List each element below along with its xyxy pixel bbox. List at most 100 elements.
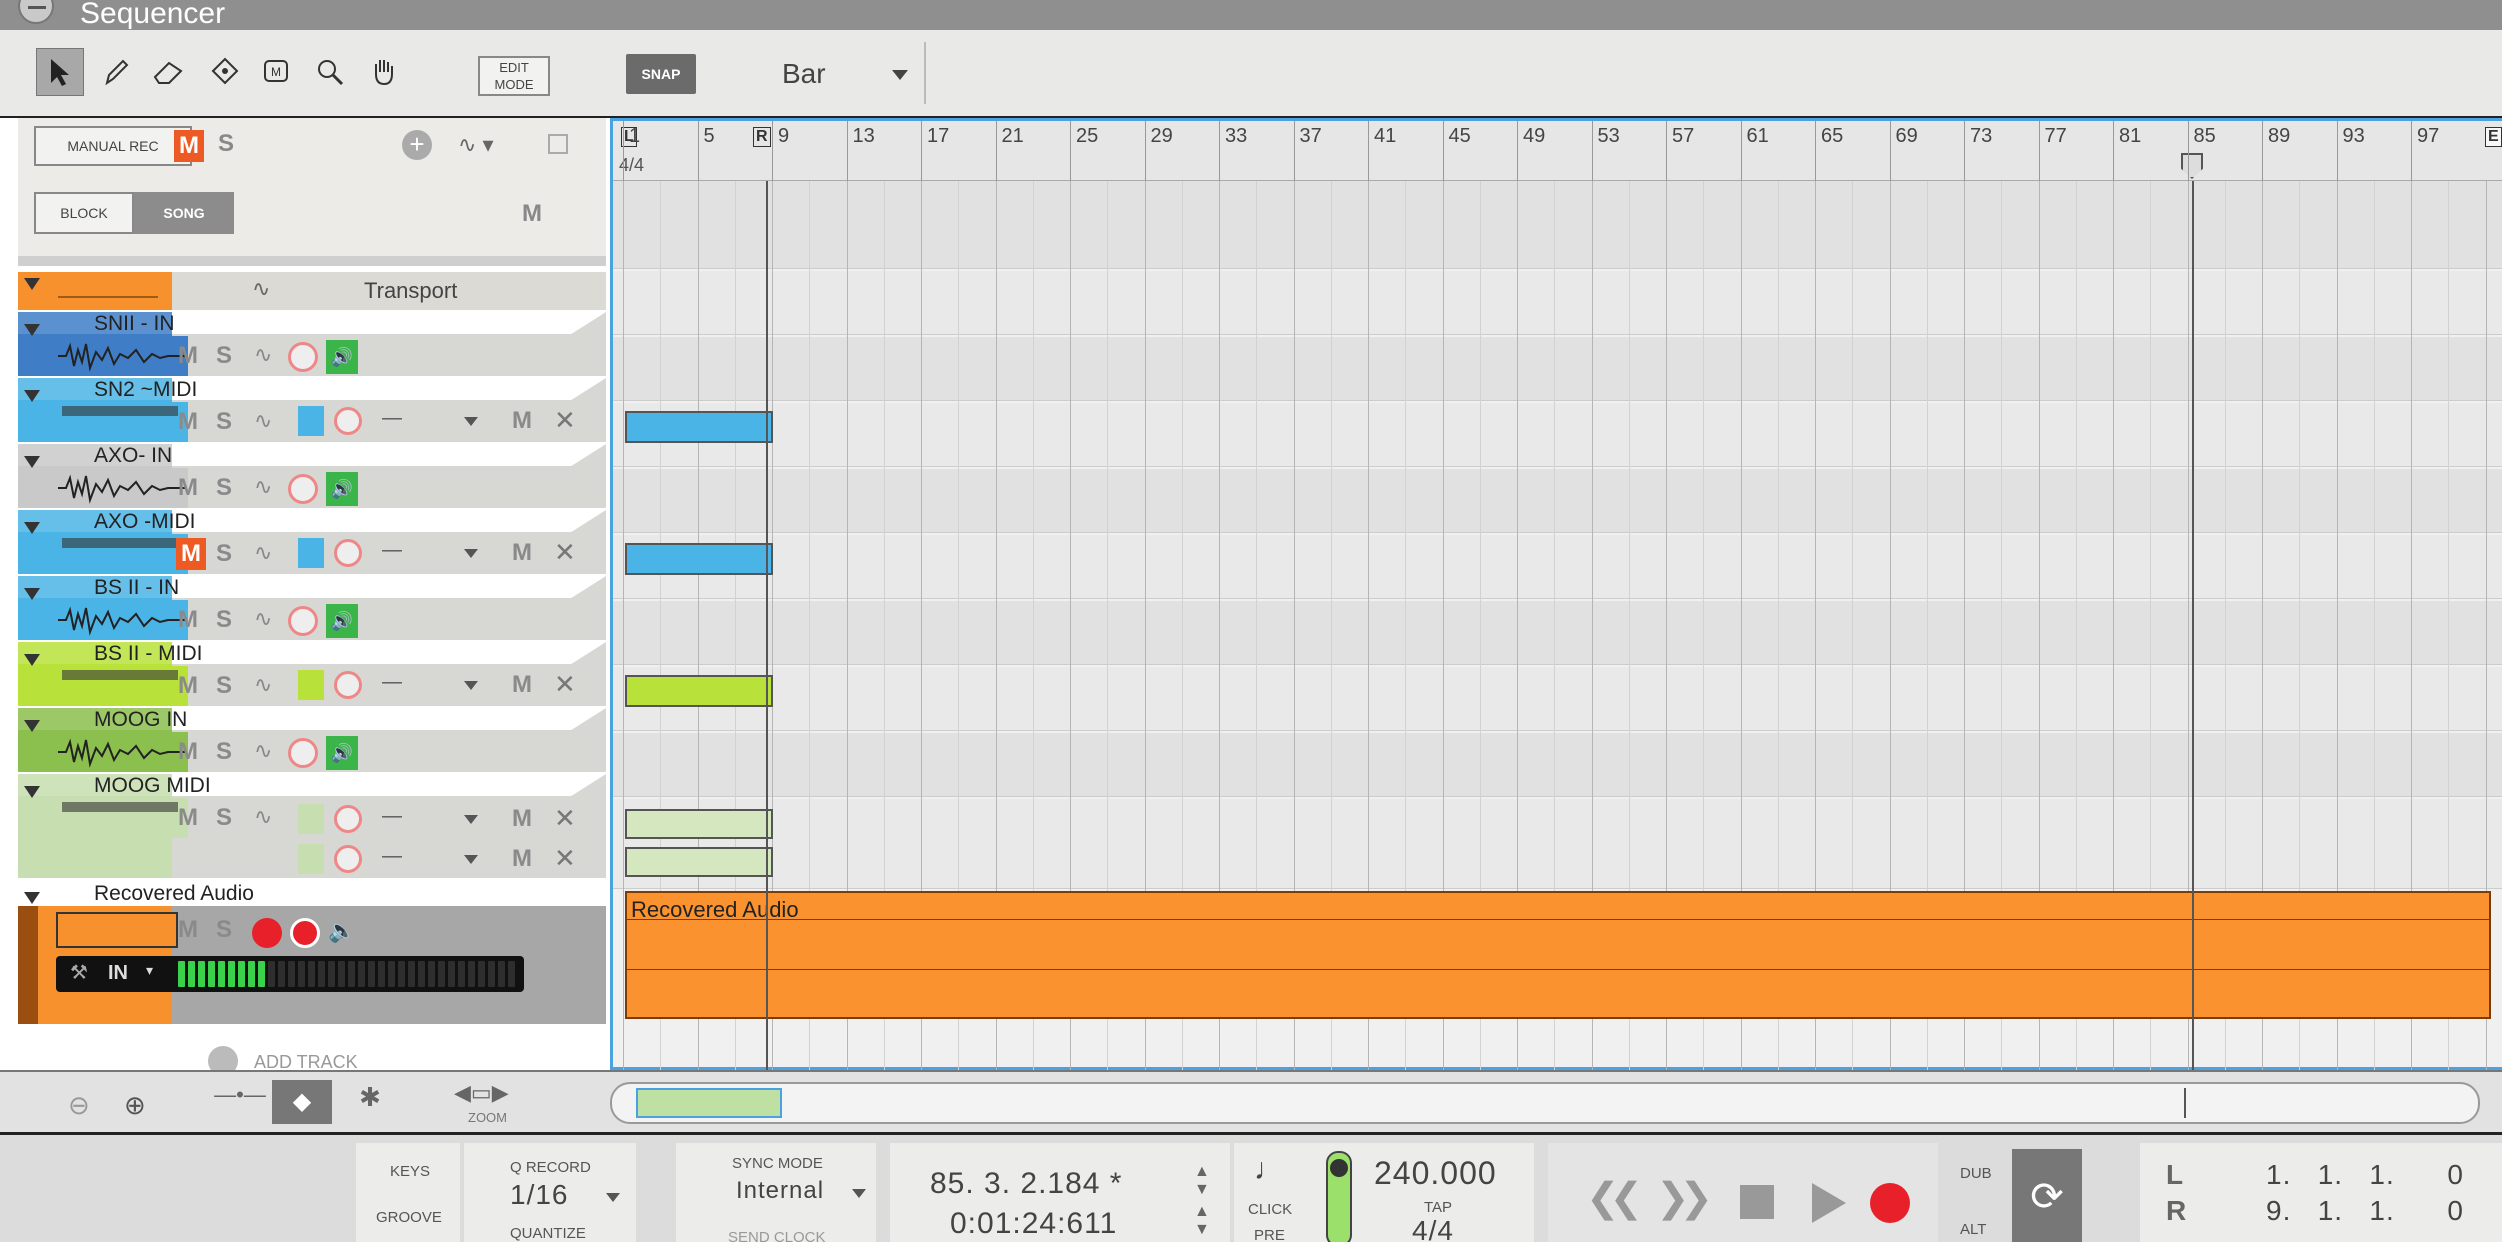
automation-icon[interactable]: ∿ ▾	[458, 132, 494, 158]
collapse-arrow-icon[interactable]	[24, 786, 40, 798]
arrow-tool-icon[interactable]	[36, 48, 84, 96]
midi-input-value[interactable]: —	[382, 671, 402, 694]
mute-button[interactable]: M	[178, 342, 198, 370]
play-button[interactable]	[1812, 1183, 1846, 1223]
solo-button[interactable]: S	[216, 738, 232, 766]
note-mute-button[interactable]: M	[512, 845, 532, 873]
left-locator-position[interactable]: 1. 1. 1. 0	[2266, 1159, 2464, 1191]
mute-button[interactable]: M	[178, 408, 198, 436]
automation-icon[interactable]: ∿	[254, 408, 272, 434]
solo-button[interactable]: S	[216, 474, 232, 502]
track-lane[interactable]	[613, 337, 2502, 401]
automation-icon[interactable]: ∿	[254, 342, 272, 368]
snap-value[interactable]: Bar	[782, 58, 826, 90]
alt-button[interactable]: ALT	[1960, 1221, 1986, 1238]
delete-lane-icon[interactable]: ✕	[554, 537, 576, 568]
stop-button[interactable]	[1740, 1185, 1774, 1219]
note-mute-button[interactable]: M	[512, 539, 532, 567]
note-mute-button[interactable]: M	[512, 671, 532, 699]
track-lane[interactable]	[613, 733, 2502, 797]
hand-tool-icon[interactable]	[360, 48, 408, 96]
mute-button[interactable]: M	[178, 738, 198, 766]
mute-button[interactable]: M	[178, 672, 198, 700]
note-mute-button[interactable]: M	[512, 407, 532, 435]
track-row[interactable]: MOOG IN M S ∿ 🔊	[18, 708, 606, 772]
collapse-arrow-icon[interactable]	[24, 522, 40, 534]
arrangement-grid[interactable]: 4/4 L R E 1 5 9 13 17 21 25 29 33 37 41 45 49 53 57 61 6…	[610, 118, 2502, 1073]
track-lane[interactable]	[613, 799, 2502, 889]
q-record-label[interactable]: Q RECORD	[510, 1159, 591, 1176]
grid-icon[interactable]	[548, 134, 568, 154]
global-mute-button[interactable]: M	[174, 130, 204, 162]
pencil-tool-icon[interactable]	[92, 48, 140, 96]
input-dropdown-icon[interactable]: ▾	[146, 962, 153, 979]
zoom-fit-icon[interactable]: ◀▭▶	[454, 1080, 509, 1106]
monitor-speaker-icon[interactable]: 🔊	[326, 472, 358, 506]
right-locator-position[interactable]: 9. 1. 1. 0	[2266, 1195, 2464, 1227]
track-row[interactable]: AXO- IN M S ∿ 🔊	[18, 444, 606, 508]
track-row[interactable]: SN2 ~MIDI M S ∿ — M ✕	[18, 378, 606, 442]
track-recovered-audio[interactable]: Recovered Audio M S 🔈 ⚒ IN ▾	[18, 882, 606, 1024]
bar-ruler[interactable]: 4/4 L R E 1 5 9 13 17 21 25 29 33 37 41 45 49 53 57 61 6…	[613, 121, 2502, 181]
quantize-dropdown-icon[interactable]	[606, 1193, 620, 1202]
record-arm-button[interactable]	[288, 474, 318, 504]
track-row[interactable]: BS II - MIDI M S ∿ — M ✕	[18, 642, 606, 706]
tap-button[interactable]: TAP	[1424, 1199, 1452, 1216]
tempo-value[interactable]: 240.000	[1374, 1155, 1497, 1192]
zoom-out-icon[interactable]: ⊖	[68, 1090, 90, 1121]
track-row[interactable]: MOOG MIDI M S ∿ — M ✕ — M ✕	[18, 774, 606, 878]
manual-rec-button[interactable]: MANUAL REC	[34, 126, 192, 166]
record-button[interactable]	[1870, 1183, 1910, 1223]
midi-clip-sn2[interactable]	[625, 411, 773, 443]
track-lane[interactable]	[613, 601, 2502, 665]
midi-clip-axo[interactable]	[625, 543, 773, 575]
end-marker[interactable]: E	[2485, 127, 2502, 147]
song-button[interactable]: SONG	[134, 192, 234, 234]
midi-clip-moog-1[interactable]	[625, 809, 773, 839]
mute-button[interactable]: M	[178, 804, 198, 832]
midi-input-value[interactable]: —	[382, 407, 402, 430]
record-arm-button[interactable]	[290, 918, 320, 948]
collapse-arrow-icon[interactable]	[24, 324, 40, 336]
collapse-arrow-icon[interactable]	[24, 892, 40, 904]
record-arm-button[interactable]	[334, 671, 362, 699]
record-arm-button[interactable]	[334, 805, 362, 833]
collapse-arrow-icon[interactable]	[24, 456, 40, 468]
sync-dropdown-icon[interactable]	[852, 1189, 866, 1198]
time-spinner-icon[interactable]: ▲ ▼	[1194, 1203, 1210, 1239]
automation-icon[interactable]: ∿	[254, 738, 272, 764]
automation-icon[interactable]: ∿	[254, 474, 272, 500]
monitor-icon[interactable]	[252, 918, 282, 948]
position-spinner-icon[interactable]: ▲ ▼	[1194, 1163, 1210, 1199]
solo-button[interactable]: S	[216, 804, 232, 832]
input-select[interactable]: IN	[108, 962, 128, 985]
midi-input-value[interactable]: —	[382, 805, 402, 828]
song-position[interactable]: 85. 3. 2.184 *	[930, 1167, 1122, 1201]
razor-tool-icon[interactable]	[200, 48, 248, 96]
pre-button[interactable]: PRE	[1254, 1227, 1285, 1242]
record-arm-button[interactable]	[334, 407, 362, 435]
track-lane[interactable]	[613, 181, 2502, 269]
collapse-icon[interactable]	[18, 0, 54, 24]
speaker-icon[interactable]: 🔈	[328, 918, 355, 944]
midi-clip-moog-2[interactable]	[625, 847, 773, 877]
edit-mode-button[interactable]: EDIT MODE	[478, 56, 550, 96]
rewind-button[interactable]: ❮❮	[1586, 1175, 1643, 1221]
midi-input-dropdown-icon[interactable]	[464, 549, 478, 558]
record-arm-button[interactable]	[288, 342, 318, 372]
track-height-medium-icon[interactable]: ◆	[272, 1080, 332, 1124]
metronome-icon[interactable]: ♩	[1254, 1153, 1284, 1187]
midi-clip-bs2[interactable]	[625, 675, 773, 707]
collapse-arrow-icon[interactable]	[24, 588, 40, 600]
track-lane[interactable]	[613, 469, 2502, 533]
mute-button[interactable]: M	[178, 606, 198, 634]
wrench-icon[interactable]: ⚒	[70, 960, 88, 985]
note-mute-button[interactable]: M	[512, 805, 532, 833]
slider-knob[interactable]	[1330, 1159, 1348, 1177]
midi-input-dropdown-icon[interactable]	[464, 417, 478, 426]
solo-button[interactable]: S	[216, 672, 232, 700]
solo-button[interactable]: S	[216, 342, 232, 370]
audio-clip-recovered[interactable]: Recovered Audio	[625, 891, 2491, 1019]
automation-icon[interactable]: ∿	[254, 672, 272, 698]
add-icon[interactable]: +	[402, 130, 432, 160]
